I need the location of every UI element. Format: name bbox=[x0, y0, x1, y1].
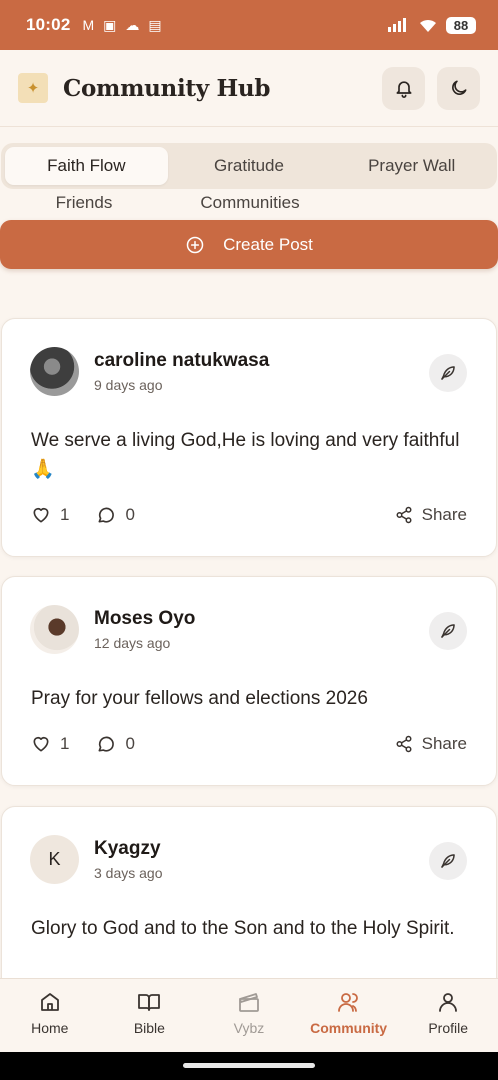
like-button[interactable]: 1 bbox=[31, 505, 69, 525]
status-time: 10:02 bbox=[26, 15, 71, 34]
feather-icon bbox=[441, 624, 455, 638]
like-count: 1 bbox=[60, 505, 70, 524]
post-timestamp: 9 days ago bbox=[94, 377, 163, 393]
post-card: caroline natukwasa 9 days ago We serve a… bbox=[1, 318, 497, 557]
create-post-button[interactable]: Create Post bbox=[0, 220, 498, 269]
feather-button[interactable] bbox=[429, 612, 467, 650]
teams-icon: ▣ bbox=[103, 17, 117, 33]
signal-icon bbox=[388, 18, 406, 32]
cloud-icon: ☁ bbox=[125, 17, 140, 33]
post-header: caroline natukwasa 9 days ago bbox=[30, 347, 269, 396]
feed-tabs: Faith Flow Gratitude Prayer Wall bbox=[1, 143, 497, 189]
home-icon bbox=[40, 993, 59, 1011]
status-right: 88 bbox=[388, 16, 476, 34]
share-button[interactable]: Share bbox=[395, 505, 467, 525]
app-logo: ✦ bbox=[18, 73, 48, 103]
post-actions: 1 0 Share bbox=[31, 503, 467, 527]
tab-prayer-wall[interactable]: Prayer Wall bbox=[330, 147, 493, 185]
tab-friends[interactable]: Friends bbox=[1, 193, 167, 219]
battery-indicator: 88 bbox=[446, 16, 476, 34]
tab-faith-flow[interactable]: Faith Flow bbox=[5, 147, 168, 185]
moon-icon bbox=[451, 80, 466, 95]
nav-profile[interactable]: Profile bbox=[398, 979, 498, 1052]
app-icon: ▤ bbox=[148, 17, 162, 33]
user-icon bbox=[439, 993, 458, 1012]
feed-tabs-secondary: Friends Communities bbox=[1, 193, 497, 219]
gmail-icon: M bbox=[82, 17, 95, 33]
header-divider bbox=[0, 126, 498, 127]
share-label: Share bbox=[421, 734, 467, 753]
comment-icon bbox=[98, 507, 115, 523]
post-body: We serve a living God,He is loving and v… bbox=[31, 430, 460, 480]
author-name[interactable]: caroline natukwasa bbox=[94, 350, 269, 372]
plus-circle-icon bbox=[186, 236, 204, 253]
app-header: ✦ Community Hub bbox=[0, 50, 498, 126]
book-icon bbox=[138, 994, 161, 1011]
theme-toggle-button[interactable] bbox=[437, 66, 480, 110]
comment-count: 0 bbox=[125, 505, 135, 524]
nav-home[interactable]: Home bbox=[0, 979, 100, 1052]
like-count: 1 bbox=[60, 734, 70, 753]
home-gesture-pill[interactable] bbox=[183, 1063, 315, 1068]
tab-communities[interactable]: Communities bbox=[167, 193, 333, 219]
tab-gratitude[interactable]: Gratitude bbox=[168, 147, 331, 185]
bell-icon bbox=[396, 81, 411, 98]
comment-button[interactable]: 0 bbox=[96, 734, 135, 754]
share-button[interactable]: Share bbox=[395, 734, 467, 754]
nav-community[interactable]: Community bbox=[299, 979, 399, 1052]
share-icon bbox=[396, 735, 412, 753]
nav-label: Vybz bbox=[233, 1020, 265, 1036]
create-post-label: Create Post bbox=[223, 234, 313, 254]
post-body: Pray for your fellows and elections 2026 bbox=[31, 688, 368, 709]
post-actions: 1 0 Share bbox=[31, 732, 467, 756]
users-icon bbox=[337, 993, 358, 1012]
feather-button[interactable] bbox=[429, 842, 467, 880]
nav-bible[interactable]: Bible bbox=[100, 979, 200, 1052]
comment-icon bbox=[98, 736, 115, 752]
avatar[interactable]: K bbox=[30, 835, 79, 884]
nav-label: Bible bbox=[133, 1020, 165, 1036]
author-name[interactable]: Moses Oyo bbox=[94, 608, 195, 630]
bottom-nav: Home Bible Vybz Community Profile bbox=[0, 978, 498, 1052]
nav-vybz[interactable]: Vybz bbox=[199, 979, 299, 1052]
clapperboard-icon bbox=[239, 993, 259, 1012]
feather-button[interactable] bbox=[429, 354, 467, 392]
comment-button[interactable]: 0 bbox=[96, 505, 135, 525]
post-header: Moses Oyo 12 days ago bbox=[30, 605, 195, 654]
avatar[interactable] bbox=[30, 605, 79, 654]
notification-icons: M ▣ ☁ ▤ bbox=[82, 18, 161, 32]
nav-label: Community bbox=[310, 1020, 388, 1036]
nav-label: Home bbox=[31, 1020, 69, 1036]
share-label: Share bbox=[421, 505, 467, 524]
post-card: Moses Oyo 12 days ago Pray for your fell… bbox=[1, 576, 497, 786]
like-button[interactable]: 1 bbox=[31, 734, 69, 754]
post-card: K Kyagzy 3 days ago Glory to God and to … bbox=[1, 806, 497, 1006]
wifi-icon bbox=[420, 19, 436, 32]
header-actions bbox=[382, 66, 480, 110]
system-nav-bar bbox=[0, 1052, 498, 1080]
author-name[interactable]: Kyagzy bbox=[94, 838, 163, 860]
feather-icon bbox=[441, 366, 455, 380]
heart-icon bbox=[33, 507, 49, 523]
avatar[interactable] bbox=[30, 347, 79, 396]
post-header: K Kyagzy 3 days ago bbox=[30, 835, 163, 884]
comment-count: 0 bbox=[125, 734, 135, 753]
post-timestamp: 3 days ago bbox=[94, 865, 163, 881]
share-icon bbox=[396, 506, 412, 524]
nav-label: Profile bbox=[428, 1020, 469, 1036]
post-timestamp: 12 days ago bbox=[94, 635, 171, 651]
notifications-button[interactable] bbox=[382, 66, 425, 110]
heart-icon bbox=[33, 736, 49, 752]
post-body: Glory to God and to the Son and to the H… bbox=[31, 918, 455, 939]
page-title: Community Hub bbox=[63, 74, 271, 102]
status-bar: 10:02 M ▣ ☁ ▤ 88 bbox=[0, 0, 498, 50]
feather-icon bbox=[441, 854, 455, 868]
